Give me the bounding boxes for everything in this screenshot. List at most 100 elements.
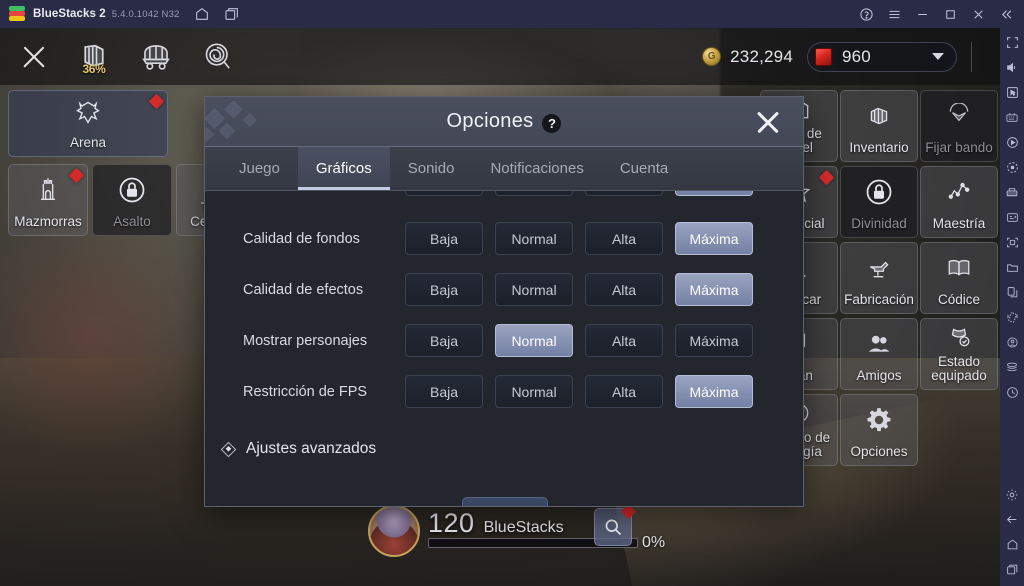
option-button-maxima[interactable]: Máxima — [675, 222, 753, 255]
menu-tile-opciones[interactable]: Opciones — [840, 394, 918, 466]
volume-icon[interactable] — [1000, 55, 1024, 80]
gold-currency[interactable]: G 232,294 — [702, 47, 793, 67]
close-icon[interactable] — [964, 0, 992, 28]
option-button-normal[interactable]: Normal — [495, 324, 573, 357]
back-arrow-icon[interactable] — [1000, 507, 1024, 532]
options-dialog: Opciones ? Juego Gráficos Sonido Notific… — [204, 96, 804, 507]
chevron-down-icon[interactable] — [932, 53, 944, 60]
settings-rows-scroll-area: Calidad de fondos Baja Normal Alta Máxim… — [205, 191, 803, 506]
script-icon[interactable] — [1000, 205, 1024, 230]
option-button-alta[interactable]: Alta — [585, 222, 663, 255]
option-button-baja[interactable]: Baja — [405, 375, 483, 408]
option-button-baja[interactable]: Baja — [405, 273, 483, 306]
minimize-icon[interactable] — [908, 0, 936, 28]
real-time-translate-icon[interactable] — [1000, 380, 1024, 405]
rotate-icon[interactable] — [1000, 155, 1024, 180]
faction-banner-icon — [945, 91, 973, 141]
collapse-chevrons-icon[interactable] — [992, 0, 1020, 28]
player-avatar-icon[interactable] — [368, 505, 420, 557]
option-button-alta[interactable]: Alta — [585, 375, 663, 408]
screenshot-icon[interactable] — [1000, 230, 1024, 255]
menu-tile-estado-equipado[interactable]: Estado equipado — [920, 318, 998, 390]
option-button-baja[interactable]: Baja — [405, 222, 483, 255]
menu-tile-inventario[interactable]: Inventario — [840, 90, 918, 162]
dialog-titlebar: Opciones ? — [205, 97, 803, 147]
menu-tile-divinidad[interactable]: Divinidad — [840, 166, 918, 238]
tab-notificaciones[interactable]: Notificaciones — [472, 147, 601, 190]
gem-amount: 960 — [842, 46, 871, 66]
option-button-normal[interactable]: Normal — [495, 375, 573, 408]
option-button-alta[interactable]: Alta — [585, 273, 663, 306]
ruby-gem-icon — [815, 47, 832, 66]
search-icon — [605, 519, 622, 536]
menu-tile-mazmorras[interactable]: Mazmorras — [8, 164, 88, 236]
hamburger-menu-icon[interactable] — [880, 0, 908, 28]
dialog-title: Opciones — [446, 110, 534, 132]
menu-tile-maestria[interactable]: Maestría — [920, 166, 998, 238]
settings-row-mostrar-personajes: Mostrar personajes Baja Normal Alta Máxi… — [205, 315, 803, 366]
option-button-maxima[interactable]: Máxima — [675, 324, 753, 357]
home-icon[interactable] — [1000, 532, 1024, 557]
shake-icon[interactable] — [1000, 305, 1024, 330]
quest-book-icon[interactable]: 36% — [74, 37, 114, 77]
cursor-pointer-icon[interactable] — [1000, 80, 1024, 105]
hud-divider — [971, 41, 972, 72]
menu-tile-label: Estado equipado — [931, 353, 987, 383]
option-button-maxima[interactable]: Máxima — [675, 375, 753, 408]
copy-paste-icon[interactable] — [1000, 280, 1024, 305]
inventory-bag-icon — [865, 91, 893, 141]
option-button-partial[interactable] — [405, 191, 483, 196]
option-button-partial-bottom[interactable] — [462, 497, 548, 506]
settings-row-options: Baja Normal Alta Máxima — [405, 375, 753, 408]
app-version: 5.4.0.1042 N32 — [111, 8, 180, 20]
keyboard-controls-icon[interactable] — [1000, 105, 1024, 130]
settings-row-options: Baja Normal Alta Máxima — [405, 222, 753, 255]
maximize-icon[interactable] — [936, 0, 964, 28]
spiral-portal-icon[interactable] — [198, 37, 238, 77]
bluestacks-titlebar: BlueStacks 2 5.4.0.1042 N32 — [0, 0, 1024, 28]
tab-juego[interactable]: Juego — [221, 147, 298, 190]
option-button-partial[interactable] — [585, 191, 663, 196]
dungeon-tower-icon — [34, 165, 62, 215]
currency-group: G 232,294 960 — [702, 28, 972, 85]
multi-instance-manager-icon[interactable] — [1000, 180, 1024, 205]
tab-sonido[interactable]: Sonido — [390, 147, 473, 190]
fullscreen-icon[interactable] — [1000, 30, 1024, 55]
help-circle-icon[interactable] — [852, 0, 880, 28]
gem-currency-dropdown[interactable]: 960 — [807, 41, 957, 72]
menu-tile-arena[interactable]: Arena — [8, 90, 168, 157]
close-icon[interactable] — [751, 105, 785, 139]
menu-tile-fabricacion[interactable]: Fabricación — [840, 242, 918, 314]
option-button-maxima[interactable]: Máxima — [675, 273, 753, 306]
record-macro-icon[interactable] — [1000, 130, 1024, 155]
settings-row-partial-top — [205, 191, 803, 205]
settings-gear-icon[interactable] — [1000, 482, 1024, 507]
gold-coin-icon: G — [702, 47, 722, 66]
recents-icon[interactable] — [1000, 557, 1024, 582]
settings-gear-icon — [865, 395, 893, 445]
tab-cuenta[interactable]: Cuenta — [602, 147, 686, 190]
option-button-partial[interactable] — [495, 191, 573, 196]
menu-tile-fijar-bando[interactable]: Fijar bando — [920, 90, 998, 162]
layers-icon[interactable] — [1000, 355, 1024, 380]
tab-graficos[interactable]: Gráficos — [297, 147, 390, 190]
home-icon[interactable] — [194, 6, 210, 22]
search-button[interactable] — [594, 503, 637, 546]
dialog-body: Calidad de fondos Baja Normal Alta Máxim… — [205, 191, 803, 506]
menu-tile-asalto[interactable]: Asalto — [92, 164, 172, 236]
caravan-cart-icon[interactable] — [136, 37, 176, 77]
option-button-partial[interactable] — [675, 191, 753, 196]
option-button-baja[interactable]: Baja — [405, 324, 483, 357]
hud-top-icon-group: 36% — [16, 28, 238, 85]
location-icon[interactable] — [1000, 330, 1024, 355]
menu-tile-codice[interactable]: Códice — [920, 242, 998, 314]
option-button-alta[interactable]: Alta — [585, 324, 663, 357]
advanced-settings-row[interactable]: Ajustes avanzados — [205, 429, 803, 469]
multi-instance-icon[interactable] — [224, 6, 240, 22]
help-circle-icon[interactable]: ? — [542, 114, 562, 133]
menu-tile-amigos[interactable]: Amigos — [840, 318, 918, 390]
option-button-normal[interactable]: Normal — [495, 273, 573, 306]
media-folder-icon[interactable] — [1000, 255, 1024, 280]
close-x-icon[interactable] — [16, 39, 52, 75]
option-button-normal[interactable]: Normal — [495, 222, 573, 255]
